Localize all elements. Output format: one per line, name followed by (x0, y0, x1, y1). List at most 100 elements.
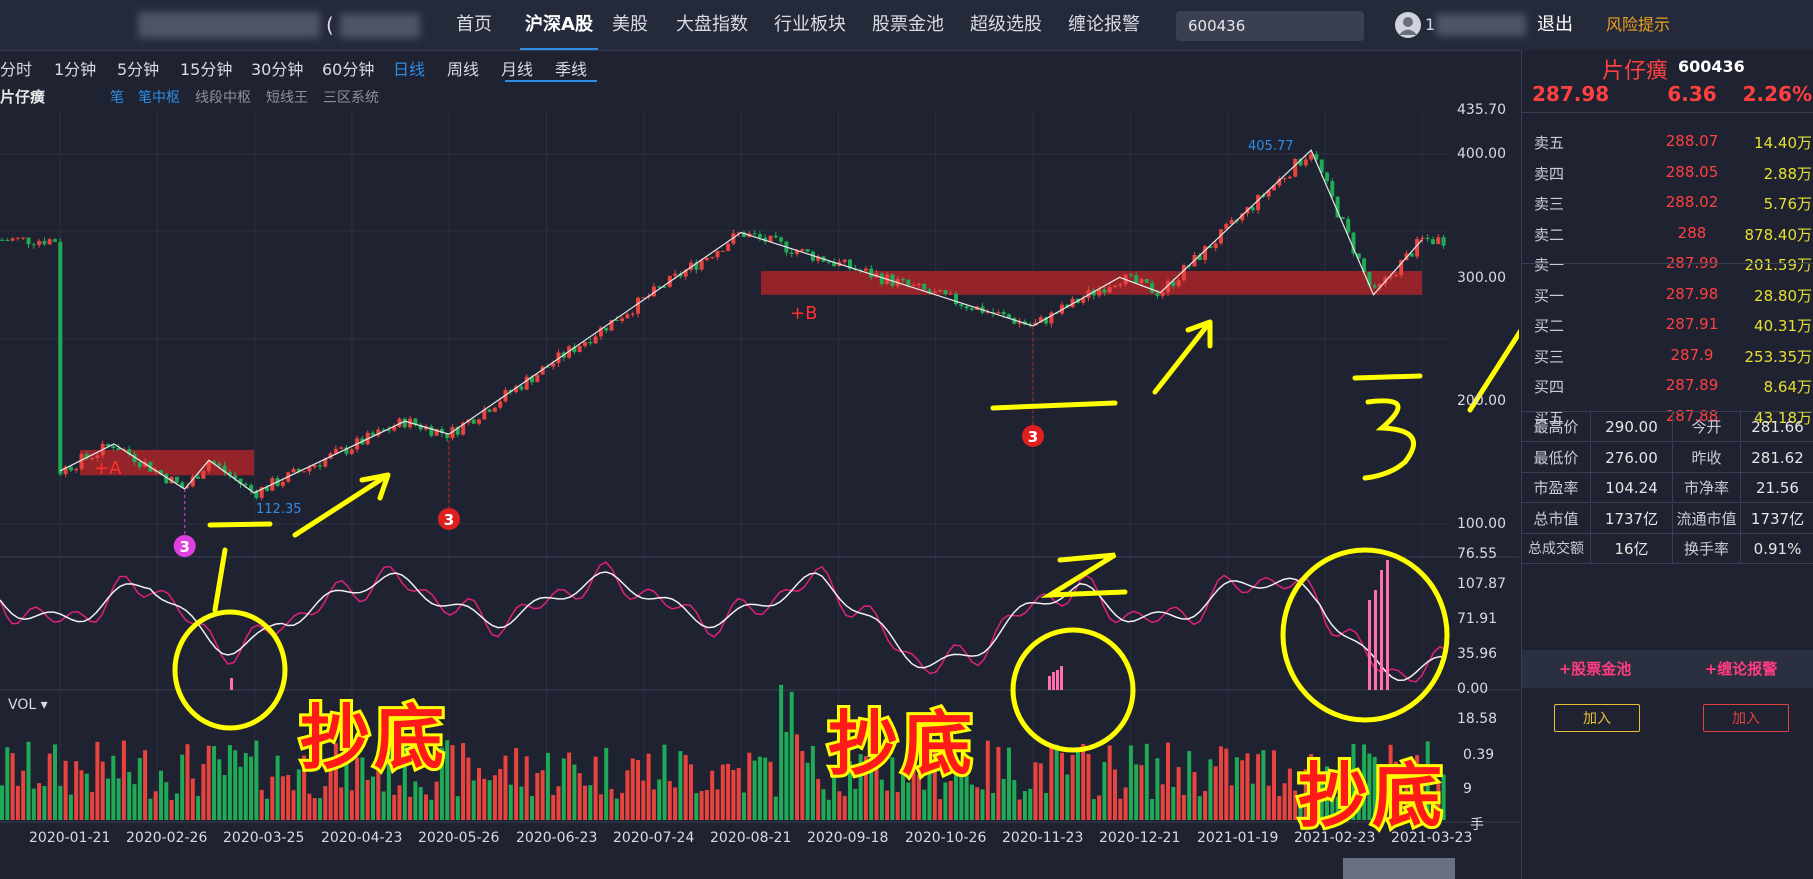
volume-bar (604, 747, 609, 820)
date-tick: 2020-12-21 (1099, 830, 1181, 846)
orderbook-level-label: 买四 (1534, 378, 1565, 396)
volume-bar (1086, 753, 1091, 820)
candle-body (492, 407, 497, 412)
candle-body (789, 252, 794, 254)
candle-body (869, 268, 874, 278)
stat-value: 21.56 (1740, 473, 1813, 503)
candle-body (932, 291, 937, 294)
volume-bar (588, 785, 593, 820)
volume-bar (816, 778, 821, 820)
orderbook-level-label: 卖四 (1534, 164, 1565, 183)
volume-bar (524, 756, 529, 820)
candle-body (429, 426, 434, 436)
volume-bar (710, 770, 715, 820)
candle-body (21, 237, 26, 239)
orderbook-level-label: 买一 (1534, 286, 1565, 305)
date-tick: 2020-08-21 (710, 830, 792, 846)
candle-body (280, 481, 285, 486)
stat-label: 昨收 (1672, 442, 1740, 473)
logout-button[interactable]: 退出 (1537, 0, 1573, 50)
volume-bar (95, 741, 100, 820)
volume-bar (180, 754, 185, 820)
candle-body (1160, 292, 1165, 296)
volume-bar (752, 760, 757, 820)
price-axis-tick: 76.55 (1457, 546, 1498, 562)
volume-bar (10, 753, 15, 820)
candle-body (948, 293, 953, 295)
candle-body (954, 293, 958, 305)
candle-body (243, 483, 248, 485)
candle-body (757, 234, 762, 238)
candle-body (402, 418, 407, 428)
candle-body (1309, 154, 1314, 160)
candle-body (79, 454, 84, 469)
volume-bar (63, 760, 68, 820)
candle-body (879, 273, 884, 285)
macd-axis-tick: 0.00 (1457, 681, 1489, 697)
volume-bar (196, 795, 201, 820)
orderbook-price: 288.02 (1665, 193, 1719, 211)
volume-bar (795, 734, 799, 820)
volume-bar (249, 756, 254, 820)
volume-bar (15, 785, 20, 820)
stat-label: 最低价 (1522, 443, 1590, 473)
volume-bar (1282, 783, 1287, 820)
candle-body (901, 279, 905, 281)
indicator-bar (1052, 672, 1055, 690)
volume-bar (1123, 787, 1128, 820)
kline-chart[interactable]: 3 3 3 (0, 0, 1519, 879)
stat-label: 换手率 (1672, 534, 1740, 564)
add-pool-button[interactable]: 加入 (1554, 704, 1640, 732)
volume-bar (922, 789, 927, 820)
candle-body (959, 304, 964, 306)
volume-bar (1007, 747, 1011, 820)
annotation-buy-bottom-1: 抄底 (297, 694, 448, 782)
volume-bar (810, 745, 815, 820)
candle-body (720, 250, 725, 252)
volume-bar (969, 784, 974, 820)
volume-bar (583, 785, 587, 820)
candle-body (31, 244, 36, 246)
risk-notice-link[interactable]: 风险提示 (1606, 0, 1670, 50)
annotation-underline (1352, 373, 1423, 381)
candle-body (1330, 181, 1335, 197)
chevron-down-icon[interactable]: ▾ (41, 697, 48, 713)
add-to-alert-label[interactable]: +缠论报警 (1668, 650, 1813, 688)
orderbook-price: 287.9 (1670, 345, 1714, 364)
annotation-buy-bottom-3: 抄底 (1295, 752, 1446, 840)
date-tick: 2020-07-24 (613, 830, 695, 846)
orderbook-price: 288 (1677, 223, 1707, 242)
candle-body (1372, 285, 1377, 288)
orderbook-volume: 253.35万 (1744, 347, 1813, 366)
candle-body (969, 308, 974, 310)
candle-body (1256, 194, 1261, 211)
candle-body (805, 249, 810, 252)
volume-bar (26, 741, 31, 820)
volume-bar (662, 744, 667, 820)
candle-body (715, 250, 720, 258)
volume-bar (1065, 774, 1070, 820)
volume-bar (1277, 795, 1282, 820)
candle-body (37, 240, 42, 245)
stat-value: 281.62 (1740, 442, 1813, 473)
candle-body (47, 239, 52, 245)
candle-body (938, 289, 943, 292)
annotation-number-3 (1362, 398, 1417, 481)
vol-axis-tick: 18.58 (1457, 711, 1498, 727)
volume-bar (996, 746, 1001, 820)
add-to-pool-label[interactable]: +股票金池 (1522, 650, 1668, 688)
volume-bar (1107, 745, 1112, 820)
volume-bar (148, 798, 153, 820)
volume-bar (1128, 745, 1133, 820)
candle-body (1203, 246, 1208, 261)
add-alert-button[interactable]: 加入 (1703, 704, 1789, 732)
volume-bar (58, 785, 63, 820)
candle-body (1303, 159, 1308, 166)
annotation-number-1 (212, 547, 228, 613)
volume-bar (508, 784, 513, 820)
candle-body (1340, 217, 1345, 219)
candle-body (196, 476, 201, 479)
candle-body (1409, 253, 1414, 257)
vol-indicator-label[interactable]: VOL ▾ (8, 697, 48, 713)
volume-bar (1081, 743, 1086, 820)
